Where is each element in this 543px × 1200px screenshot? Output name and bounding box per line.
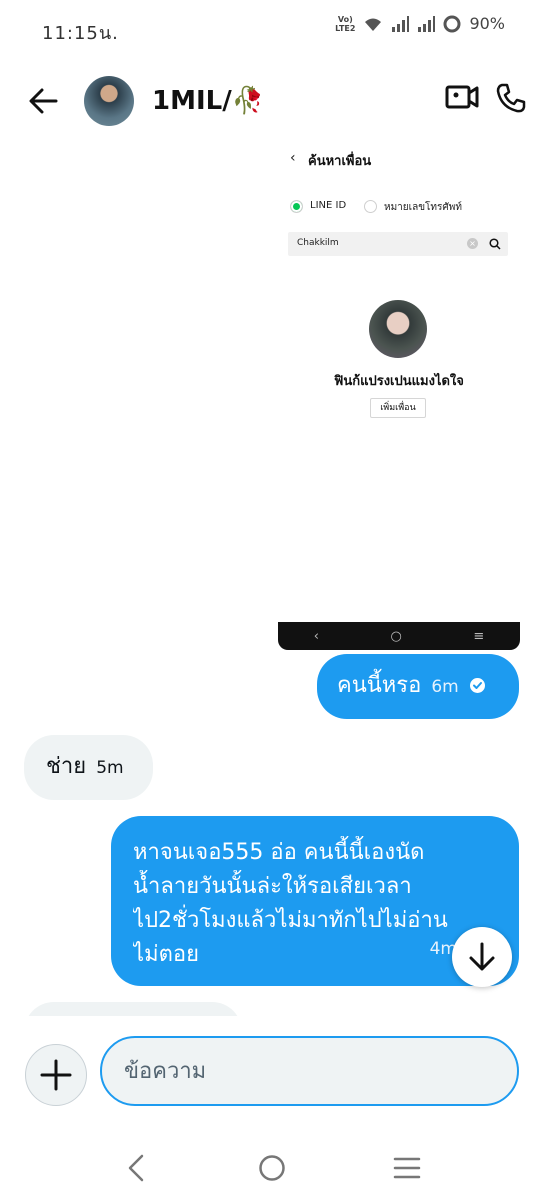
shared-nav-bar: ‹ ○ ≡: [278, 622, 520, 650]
shared-image-title: ค้นหาเพื่อน: [308, 154, 372, 169]
message-text: ช่าย: [46, 754, 87, 779]
shared-profile-name: ฟินก้แปรงเปนแมงไดใจ: [334, 374, 464, 389]
phone-icon: [496, 83, 526, 113]
status-bar: 11:15น. Vo) LTE2 90%: [0, 0, 543, 56]
add-attachment-button[interactable]: [25, 1044, 87, 1106]
signal-icon-2: [418, 15, 436, 32]
conversation-header: 1MIL/🥀: [0, 68, 543, 132]
signal-icon: [392, 15, 410, 32]
status-time: 11:15น.: [42, 23, 119, 44]
message-bubble-outgoing[interactable]: คนนี้หรอ 6m: [317, 654, 519, 719]
message-composer: [0, 1016, 543, 1136]
wifi-icon: [365, 18, 382, 31]
menu-icon: ≡: [473, 628, 485, 644]
radio-line-id-label: LINE ID: [310, 200, 347, 211]
system-nav-bar: [0, 1136, 543, 1200]
menu-icon: [393, 1157, 421, 1179]
radio-phone: [364, 200, 377, 213]
nav-home-button[interactable]: [252, 1152, 292, 1184]
message-time: 5m: [96, 758, 124, 778]
volte-icon: Vo) LTE2: [335, 14, 356, 33]
shared-search-box: Chakkilm ×: [288, 232, 508, 256]
home-circle-icon: ○: [390, 628, 402, 644]
message-bubble-incoming[interactable]: ช่าย 5m: [24, 735, 153, 800]
message-text: คนนี้หรอ: [337, 673, 422, 698]
message-line: น้ำลายวันนั้นล่ะให้รอเสียเวลา: [133, 874, 412, 899]
shared-search-value: Chakkilm: [297, 238, 339, 248]
scroll-to-bottom-button[interactable]: [452, 927, 512, 987]
message-line: หาจนเจอ555 อ่อ คนนี้นี้เองนัด: [133, 840, 425, 865]
status-icons: Vo) LTE2 90%: [335, 14, 505, 33]
home-circle-icon: [259, 1155, 285, 1181]
message-input[interactable]: [100, 1036, 519, 1106]
arrow-left-icon: [29, 88, 58, 114]
nav-recents-button[interactable]: [387, 1152, 427, 1184]
contact-avatar[interactable]: [84, 76, 134, 126]
chevron-left-icon: ‹: [290, 150, 296, 166]
nav-back-button[interactable]: [116, 1152, 156, 1184]
shared-profile-avatar: [369, 300, 427, 358]
voice-call-button[interactable]: [495, 82, 531, 118]
message-time: 6m: [431, 677, 459, 697]
battery-ring-icon: [443, 15, 461, 32]
contact-name[interactable]: 1MIL/🥀: [152, 86, 264, 116]
battery-level: 90%: [469, 14, 505, 33]
search-icon: [489, 238, 501, 250]
chevron-left-icon: [128, 1154, 144, 1182]
shared-add-friend-button: เพิ่มเพื่อน: [370, 398, 426, 418]
chevron-left-icon: ‹: [313, 628, 319, 644]
radio-line-id: [290, 200, 303, 213]
read-check-icon: [469, 678, 485, 693]
back-button[interactable]: [26, 84, 60, 118]
plus-icon: [40, 1059, 72, 1091]
dm-screen: 11:15น. Vo) LTE2 90% 1MIL/🥀 ‹ ค้นหาเพื่อ…: [0, 0, 543, 1200]
video-camera-icon: [445, 85, 479, 109]
radio-phone-label: หมายเลขโทรศัพท์: [384, 202, 462, 213]
video-call-button[interactable]: [445, 82, 481, 118]
clear-icon: ×: [467, 238, 478, 249]
arrow-down-icon: [469, 942, 495, 971]
shared-image[interactable]: ‹ ค้นหาเพื่อน LINE ID หมายเลขโทรศัพท์ Ch…: [278, 132, 520, 650]
